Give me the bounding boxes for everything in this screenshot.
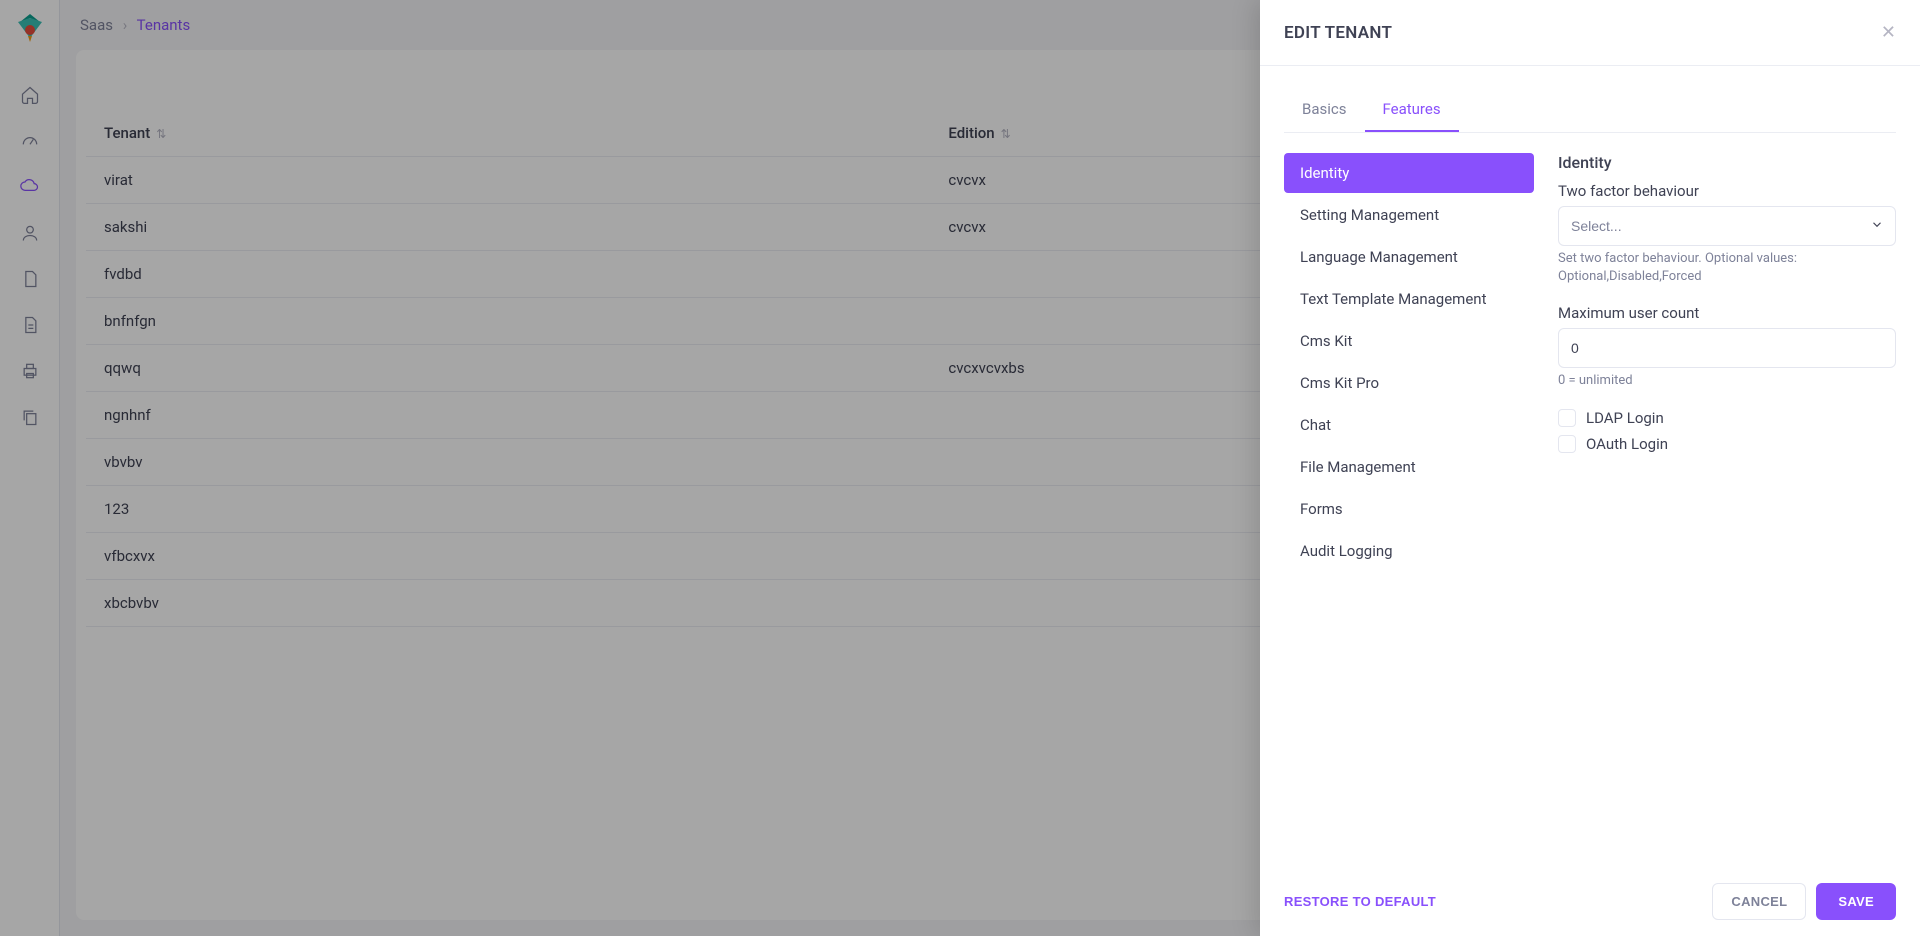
feature-content: Identity Two factor behaviour Select... … — [1558, 153, 1896, 573]
feature-nav-item[interactable]: Cms Kit Pro — [1284, 363, 1534, 403]
save-button[interactable]: SAVE — [1816, 883, 1896, 920]
max-user-label: Maximum user count — [1558, 304, 1896, 322]
feature-nav-item[interactable]: Setting Management — [1284, 195, 1534, 235]
close-icon[interactable]: ✕ — [1881, 22, 1896, 43]
two-factor-select[interactable]: Select... — [1558, 206, 1896, 246]
ldap-label: LDAP Login — [1586, 409, 1664, 427]
max-user-help: 0 = unlimited — [1558, 372, 1896, 390]
tab-features[interactable]: Features — [1365, 90, 1459, 132]
feature-nav: IdentitySetting ManagementLanguage Manag… — [1284, 153, 1534, 573]
edit-tenant-drawer: EDIT TENANT ✕ Basics Features IdentitySe… — [1260, 0, 1920, 936]
max-user-input[interactable] — [1558, 328, 1896, 368]
drawer-body: Basics Features IdentitySetting Manageme… — [1260, 66, 1920, 867]
oauth-login-row[interactable]: OAuth Login — [1558, 435, 1896, 453]
restore-default-button[interactable]: RESTORE TO DEFAULT — [1284, 894, 1436, 909]
feature-nav-item[interactable]: File Management — [1284, 447, 1534, 487]
cancel-button[interactable]: CANCEL — [1712, 883, 1806, 920]
drawer-tabs: Basics Features — [1284, 90, 1896, 133]
oauth-checkbox[interactable] — [1558, 435, 1576, 453]
feature-heading: Identity — [1558, 153, 1896, 172]
drawer-title: EDIT TENANT — [1284, 23, 1392, 43]
feature-nav-item[interactable]: Language Management — [1284, 237, 1534, 277]
feature-nav-item[interactable]: Chat — [1284, 405, 1534, 445]
feature-nav-item[interactable]: Cms Kit — [1284, 321, 1534, 361]
drawer-header: EDIT TENANT ✕ — [1260, 0, 1920, 66]
feature-nav-item[interactable]: Identity — [1284, 153, 1534, 193]
ldap-checkbox[interactable] — [1558, 409, 1576, 427]
ldap-login-row[interactable]: LDAP Login — [1558, 409, 1896, 427]
two-factor-label: Two factor behaviour — [1558, 182, 1896, 200]
tab-basics[interactable]: Basics — [1284, 90, 1365, 132]
oauth-label: OAuth Login — [1586, 435, 1668, 453]
drawer-footer: RESTORE TO DEFAULT CANCEL SAVE — [1260, 867, 1920, 936]
feature-nav-item[interactable]: Audit Logging — [1284, 531, 1534, 571]
feature-nav-item[interactable]: Forms — [1284, 489, 1534, 529]
feature-nav-item[interactable]: Text Template Management — [1284, 279, 1534, 319]
two-factor-help: Set two factor behaviour. Optional value… — [1558, 250, 1896, 286]
